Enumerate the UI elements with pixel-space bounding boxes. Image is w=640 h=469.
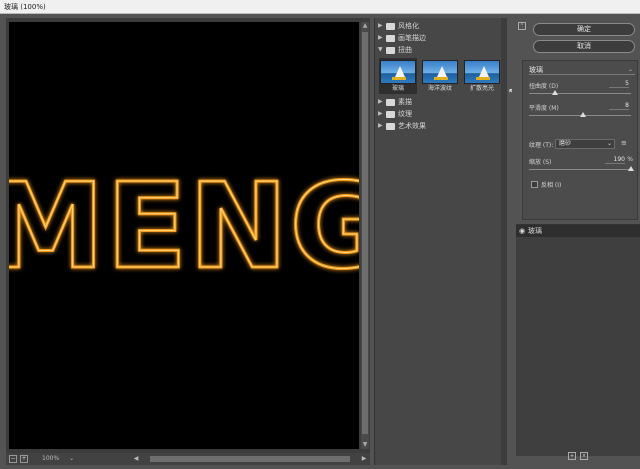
smoothness-input[interactable]: 8 — [609, 102, 629, 110]
preview-text-highlight: MENG — [9, 157, 359, 295]
preview-image: MENG MENG — [9, 156, 359, 297]
category-label: 纹理 — [398, 110, 412, 118]
glass-thumbnail-image — [380, 60, 416, 84]
effect-layer-row[interactable]: ◉ 玻璃 — [516, 225, 640, 237]
thumbnail-ocean-ripple[interactable]: 海洋波纹 — [421, 58, 459, 94]
folder-open-icon — [386, 46, 395, 54]
preview-horizontal-scrollbar[interactable]: ◀ ▶ — [132, 455, 368, 463]
texture-select[interactable]: 磨砂 ⌄ — [555, 139, 615, 149]
zoom-in-icon[interactable]: + — [20, 455, 28, 463]
preview-vertical-scrollbar[interactable]: ▲ ▼ — [361, 22, 369, 449]
smoothness-slider-handle[interactable] — [580, 112, 586, 117]
cancel-button[interactable]: 取消 — [533, 40, 635, 53]
category-label: 扭曲 — [398, 46, 412, 54]
diffuse-glow-thumbnail-image — [464, 60, 500, 84]
effect-layer-label: 玻璃 — [528, 227, 542, 235]
texture-control: 纹理 (T): 磨砂 ⌄ ≡ — [529, 139, 639, 149]
layers-footer: + × — [568, 452, 588, 460]
category-stylize[interactable]: ▶ 风格化 — [375, 20, 501, 32]
category-artistic[interactable]: ▶ 艺术效果 — [375, 120, 501, 132]
preview-canvas[interactable]: MENG MENG — [9, 22, 359, 449]
scroll-up-icon[interactable]: ▲ — [361, 22, 369, 30]
eye-icon[interactable]: ◉ — [516, 227, 528, 235]
category-label: 素描 — [398, 98, 412, 106]
texture-label: 纹理 (T): — [529, 142, 554, 149]
scaling-control: 缩放 (S) 190 % — [529, 156, 635, 177]
collapse-icon[interactable]: ⌃ — [518, 22, 526, 30]
smoothness-control: 平滑度 (M) 8 — [529, 102, 635, 123]
folder-icon — [386, 22, 395, 30]
distortion-slider-handle[interactable] — [552, 90, 558, 95]
folder-icon — [386, 110, 395, 118]
new-layer-icon[interactable]: + — [568, 452, 576, 460]
expand-arrow-icon: ▶ — [378, 34, 383, 41]
collapse-arrow-icon: ▼ — [378, 46, 383, 53]
category-sketch[interactable]: ▶ 素描 — [375, 96, 501, 108]
folder-icon — [386, 98, 395, 106]
gallery-scrollbar[interactable] — [501, 18, 507, 465]
scroll-left-icon[interactable]: ◀ — [132, 455, 140, 463]
texture-select-value: 磨砂 — [559, 140, 572, 147]
zoom-level[interactable]: 100% ⌄ — [42, 453, 74, 465]
zoom-value: 100% — [42, 455, 60, 462]
expand-arrow-icon: ▶ — [378, 110, 383, 117]
distort-thumbnails: 玻璃 海洋波纹 扩散亮光 — [375, 56, 501, 96]
scroll-right-icon[interactable]: ▶ — [360, 455, 368, 463]
scaling-input[interactable]: 190 — [605, 156, 625, 164]
category-label: 风格化 — [398, 22, 419, 30]
scaling-slider-handle[interactable] — [628, 166, 634, 171]
category-distort[interactable]: ▼ 扭曲 — [375, 44, 501, 56]
thumbnail-glass[interactable]: 玻璃 — [379, 58, 417, 94]
chevron-down-icon: ⌄ — [606, 140, 612, 147]
distortion-label: 扭曲度 (D) — [529, 83, 559, 90]
expand-arrow-icon: ▶ — [378, 122, 383, 129]
scaling-slider[interactable] — [529, 169, 631, 170]
distortion-input[interactable]: 5 — [609, 80, 629, 88]
ocean-ripple-thumbnail-image — [422, 60, 458, 84]
preview-area: MENG MENG ▲ ▼ — [6, 18, 370, 465]
invert-label: 反相 (I) — [541, 181, 562, 189]
scaling-unit: % — [627, 156, 633, 163]
settings-column: ⌃ 确定 取消 玻璃 ⌄ 扭曲度 (D) 5 平滑度 (M) 8 纹理 (T):… — [512, 18, 640, 465]
thumbnail-label: 玻璃 — [391, 85, 404, 92]
trash-icon[interactable]: × — [580, 452, 588, 460]
scroll-down-icon[interactable]: ▼ — [361, 441, 369, 449]
distortion-control: 扭曲度 (D) 5 — [529, 80, 635, 101]
thumbnail-label: 海洋波纹 — [427, 85, 452, 92]
invert-checkbox-row[interactable]: 反相 (I) — [531, 179, 561, 189]
window-titlebar: 玻璃 (100%) — [0, 0, 640, 14]
panel-menu-icon[interactable]: ≡ — [621, 139, 627, 147]
filter-gallery: ▶ 风格化 ▶ 画笔描边 ▼ 扭曲 玻璃 海洋波纹 扩散亮光 ▶ 素描 ▶ 纹理… — [374, 18, 507, 465]
zoom-out-icon[interactable]: − — [9, 455, 17, 463]
expand-arrow-icon: ▶ — [378, 98, 383, 105]
scaling-label: 缩放 (S) — [529, 159, 552, 166]
chevron-down-icon: ⌄ — [69, 455, 75, 462]
preview-statusbar: − + 100% ⌄ ◀ ▶ — [6, 453, 370, 465]
invert-checkbox[interactable] — [531, 180, 538, 188]
thumbnail-diffuse-glow[interactable]: 扩散亮光 — [463, 58, 501, 94]
folder-icon — [386, 34, 395, 42]
filter-select-value: 玻璃 — [529, 66, 543, 74]
chevron-down-icon: ⌄ — [627, 66, 633, 73]
category-label: 画笔描边 — [398, 34, 426, 42]
category-label: 艺术效果 — [398, 122, 426, 130]
category-brush-strokes[interactable]: ▶ 画笔描边 — [375, 32, 501, 44]
effect-layers-panel: ◉ 玻璃 — [516, 224, 640, 456]
window-title: 玻璃 (100%) — [4, 3, 46, 11]
smoothness-label: 平滑度 (M) — [529, 105, 559, 112]
scrollbar-thumb[interactable] — [362, 32, 368, 434]
ok-button[interactable]: 确定 — [533, 23, 635, 36]
filter-select[interactable]: 玻璃 ⌄ — [529, 65, 635, 75]
distortion-slider[interactable] — [529, 93, 631, 94]
folder-icon — [386, 122, 395, 130]
filter-settings-panel: 玻璃 ⌄ 扭曲度 (D) 5 平滑度 (M) 8 纹理 (T): 磨砂 ⌄ ≡ … — [522, 60, 638, 220]
expand-arrow-icon: ▶ — [378, 22, 383, 29]
thumbnail-label: 扩散亮光 — [469, 85, 494, 92]
category-texture[interactable]: ▶ 纹理 — [375, 108, 501, 120]
scrollbar-thumb[interactable] — [150, 456, 350, 462]
